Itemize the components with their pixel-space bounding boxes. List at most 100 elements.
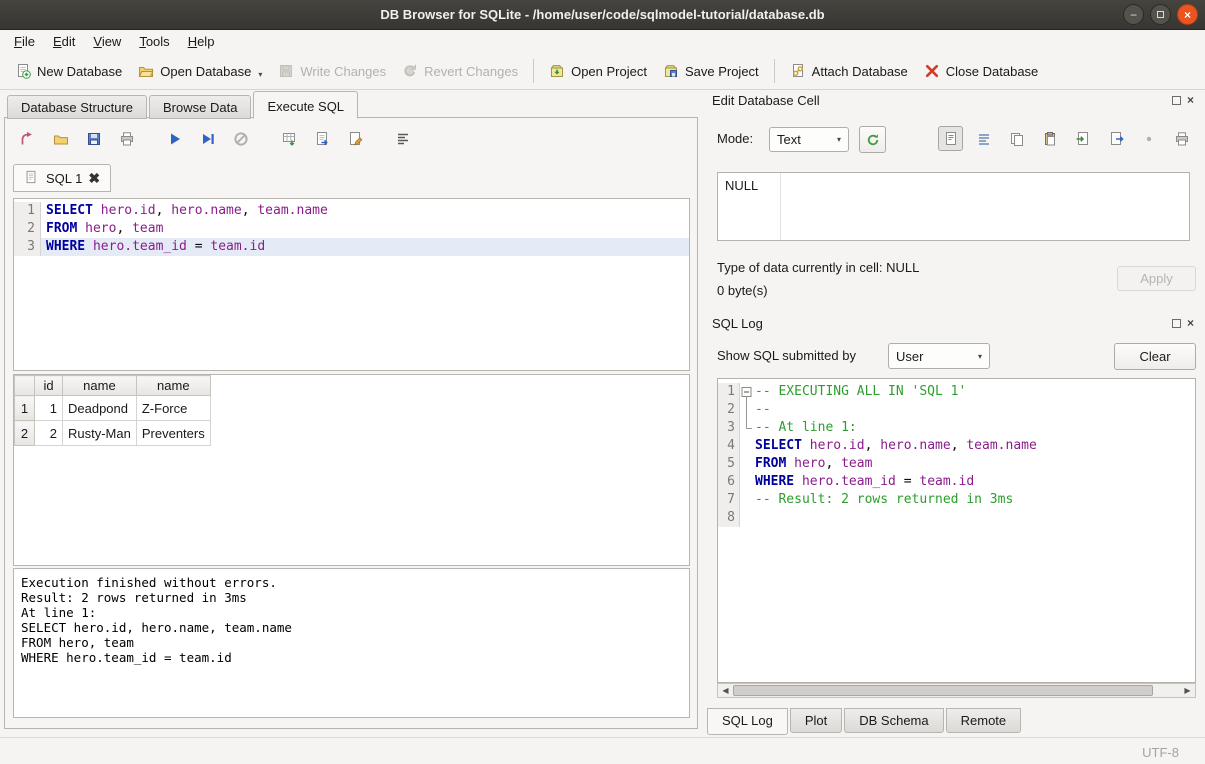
sql-tab-bar: SQL 1 ✖ bbox=[13, 164, 111, 192]
tab-sql-1[interactable]: SQL 1 ✖ bbox=[13, 164, 111, 192]
sql-token bbox=[802, 438, 810, 453]
new-tab-button[interactable] bbox=[15, 126, 41, 152]
sql-token: SELECT bbox=[46, 203, 93, 218]
open-sql-button[interactable] bbox=[48, 126, 74, 152]
log-line-text: -- Result: 2 rows returned in 3ms bbox=[753, 491, 1013, 509]
line-number: 2 bbox=[14, 220, 41, 238]
mode-select[interactable]: Text ▾ bbox=[769, 127, 849, 152]
close-database-button[interactable]: Close Database bbox=[916, 58, 1047, 84]
sql-token: WHERE bbox=[46, 239, 85, 254]
scrollbar-thumb[interactable] bbox=[733, 685, 1153, 696]
editor-margin-line bbox=[780, 173, 781, 240]
revert-changes-label: Revert Changes bbox=[424, 64, 518, 79]
log-line: 6WHERE hero.team_id = team.id bbox=[718, 473, 1195, 491]
execute-line-button[interactable] bbox=[195, 126, 221, 152]
close-tab-icon[interactable]: ✖ bbox=[88, 171, 100, 185]
tab-db-schema[interactable]: DB Schema bbox=[844, 708, 943, 733]
log-horizontal-scrollbar[interactable]: ◀ ▶ bbox=[717, 683, 1196, 698]
menu-edit[interactable]: Edit bbox=[44, 31, 84, 52]
new-database-button[interactable]: New Database bbox=[7, 58, 130, 84]
save-project-icon bbox=[663, 63, 679, 79]
sql-token: team.id bbox=[919, 474, 974, 489]
align-left-button[interactable] bbox=[971, 126, 996, 151]
sql-editor[interactable]: 1SELECT hero.id, hero.name, team.name2FR… bbox=[13, 198, 690, 371]
print-button[interactable] bbox=[1169, 126, 1194, 151]
text-document-button[interactable] bbox=[938, 126, 963, 151]
close-dock-icon[interactable]: × bbox=[1187, 319, 1194, 328]
editor-line-text: WHERE hero.team_id = team.id bbox=[41, 238, 689, 256]
export-results-button[interactable] bbox=[276, 126, 302, 152]
tab-browse-data[interactable]: Browse Data bbox=[149, 95, 251, 119]
menu-file[interactable]: File bbox=[5, 31, 44, 52]
maximize-button[interactable] bbox=[1150, 4, 1171, 25]
open-database-label: Open Database bbox=[160, 64, 251, 79]
save-project-button[interactable]: Save Project bbox=[655, 58, 767, 84]
row-header[interactable]: 2 bbox=[15, 421, 35, 446]
scroll-right-icon[interactable]: ▶ bbox=[1181, 684, 1194, 697]
table-cell[interactable]: Z-Force bbox=[136, 396, 210, 421]
open-database-button[interactable]: Open Database ▾ bbox=[130, 58, 270, 84]
menu-tools[interactable]: Tools bbox=[130, 31, 178, 52]
fold-marker-icon[interactable] bbox=[740, 383, 753, 401]
tab-database-structure[interactable]: Database Structure bbox=[7, 95, 147, 119]
sql-token: team bbox=[132, 221, 163, 236]
line-number: 7 bbox=[718, 491, 740, 509]
table-cell[interactable]: 2 bbox=[35, 421, 63, 446]
save-sql-button[interactable] bbox=[81, 126, 107, 152]
minimize-button[interactable]: − bbox=[1123, 4, 1144, 25]
format-button[interactable] bbox=[390, 126, 416, 152]
copy-icon bbox=[1009, 131, 1025, 147]
log-filter-select[interactable]: User ▾ bbox=[888, 343, 990, 369]
close-dock-icon[interactable]: × bbox=[1187, 96, 1194, 105]
sql-token: hero.id bbox=[101, 203, 156, 218]
log-filter-value: User bbox=[896, 349, 923, 364]
dock-tab-bar: SQL LogPlotDB SchemaRemote bbox=[707, 708, 1023, 735]
save-results-button[interactable] bbox=[309, 126, 335, 152]
dropdown-arrow-icon[interactable]: ▾ bbox=[258, 70, 262, 79]
sql-token: hero.name bbox=[171, 203, 241, 218]
sql-token: hero.team_id bbox=[802, 474, 896, 489]
fold-marker-icon bbox=[740, 401, 753, 419]
tab-execute-sql[interactable]: Execute SQL bbox=[253, 91, 358, 119]
table-cell[interactable]: 1 bbox=[35, 396, 63, 421]
toolbar-separator bbox=[774, 59, 775, 83]
tab-plot[interactable]: Plot bbox=[790, 708, 842, 733]
attach-database-icon bbox=[790, 63, 806, 79]
clear-log-button[interactable]: Clear bbox=[1114, 343, 1196, 370]
open-project-icon bbox=[549, 63, 565, 79]
refresh-cell-button[interactable] bbox=[859, 126, 886, 153]
write-changes-label: Write Changes bbox=[300, 64, 386, 79]
column-header-name[interactable]: name bbox=[63, 376, 137, 396]
execute-all-button[interactable] bbox=[162, 126, 188, 152]
open-project-button[interactable]: Open Project bbox=[541, 58, 655, 84]
menu-view[interactable]: View bbox=[84, 31, 130, 52]
menu-bar: FileEditViewToolsHelp bbox=[0, 30, 1205, 53]
edit-sql-button[interactable] bbox=[342, 126, 368, 152]
float-dock-icon[interactable] bbox=[1172, 319, 1181, 328]
corner-header[interactable] bbox=[15, 376, 35, 396]
tab-remote[interactable]: Remote bbox=[946, 708, 1022, 733]
print-button[interactable] bbox=[114, 126, 140, 152]
import-button[interactable] bbox=[1070, 126, 1095, 151]
table-cell[interactable]: Deadpond bbox=[63, 396, 137, 421]
column-header-name[interactable]: name bbox=[136, 376, 210, 396]
menu-help[interactable]: Help bbox=[179, 31, 224, 52]
paste-button[interactable] bbox=[1037, 126, 1062, 151]
sql-token: , bbox=[825, 456, 841, 471]
scroll-left-icon[interactable]: ◀ bbox=[719, 684, 732, 697]
set-null-button[interactable] bbox=[1136, 126, 1161, 151]
copy-button[interactable] bbox=[1004, 126, 1029, 151]
sql-token bbox=[93, 203, 101, 218]
sql-log-view[interactable]: 1-- EXECUTING ALL IN 'SQL 1'2--3-- At li… bbox=[717, 378, 1196, 683]
stop-button bbox=[228, 126, 254, 152]
export-button[interactable] bbox=[1103, 126, 1128, 151]
tab-sql-log[interactable]: SQL Log bbox=[707, 708, 788, 735]
cell-editor[interactable]: NULL bbox=[717, 172, 1190, 241]
row-header[interactable]: 1 bbox=[15, 396, 35, 421]
table-cell[interactable]: Rusty-Man bbox=[63, 421, 137, 446]
table-cell[interactable]: Preventers bbox=[136, 421, 210, 446]
float-dock-icon[interactable] bbox=[1172, 96, 1181, 105]
close-button[interactable]: × bbox=[1177, 4, 1198, 25]
attach-database-button[interactable]: Attach Database bbox=[782, 58, 916, 84]
column-header-id[interactable]: id bbox=[35, 376, 63, 396]
